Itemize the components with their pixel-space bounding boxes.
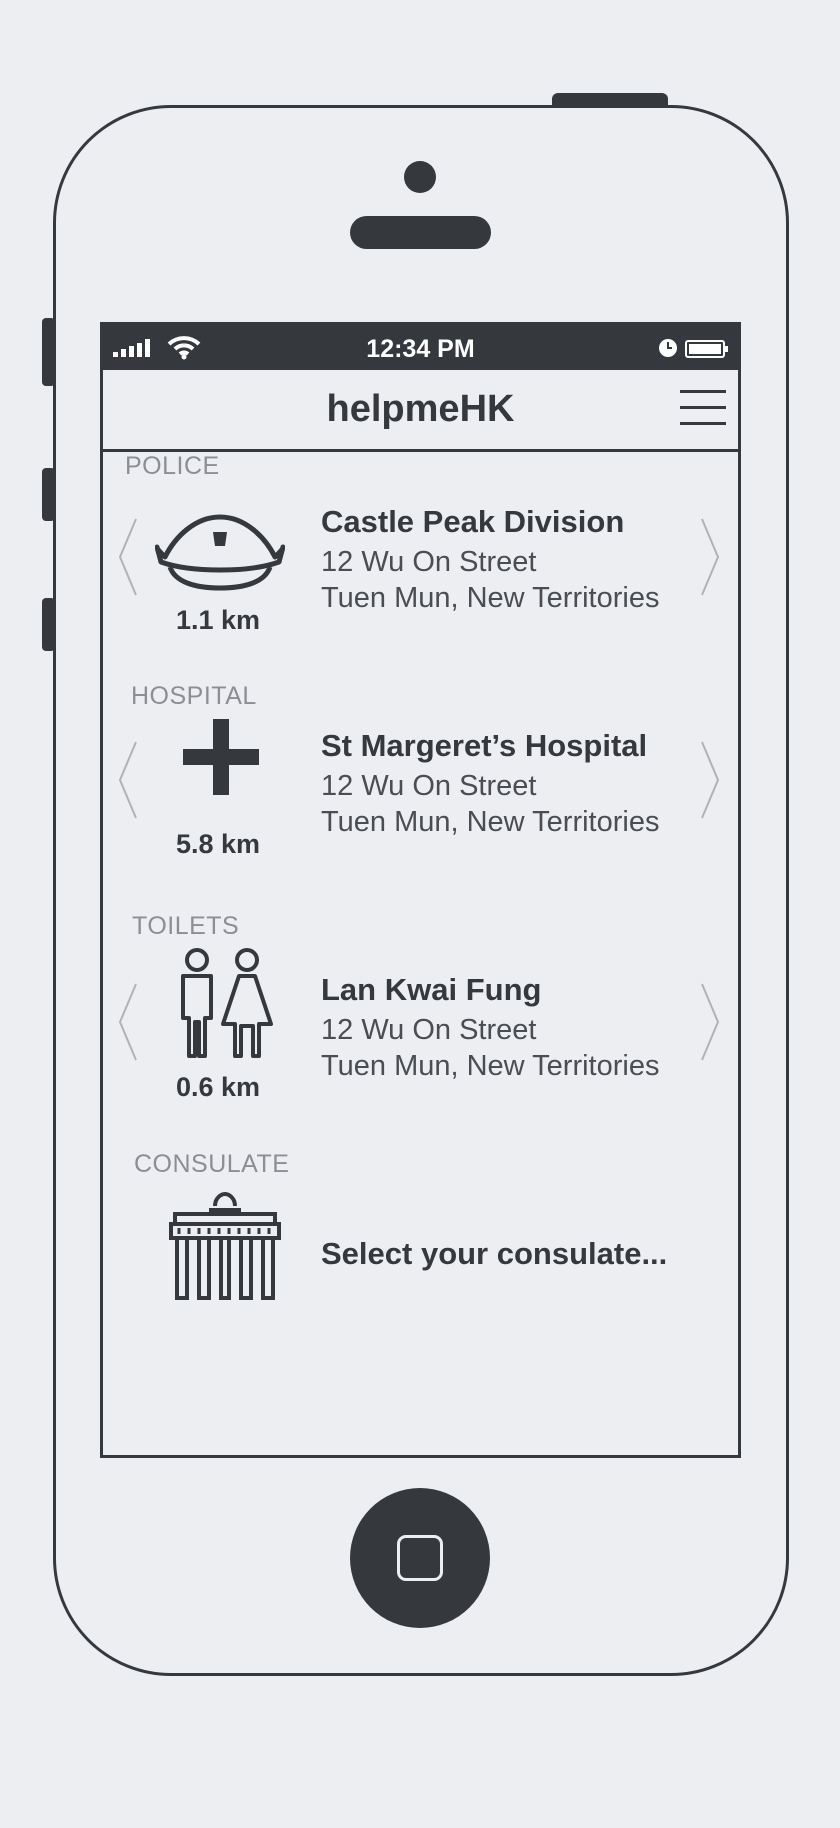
front-camera [404,161,436,193]
toilets-icon [181,948,273,1058]
category-label: HOSPITAL [131,682,257,710]
distance-label: 5.8 km [175,829,261,859]
nav-bar: helpmeHK [103,370,738,452]
app-screen: 12:34 PM helpmeHK POLICE 1.1 km Castle P… [100,322,741,1458]
location-name: St Margeret’s Hospital [321,728,648,763]
location-name: Castle Peak Division [321,504,625,539]
medical-cross-icon [183,719,259,795]
chevron-left-icon[interactable] [118,740,138,820]
distance-label: 0.6 km [175,1072,261,1102]
home-square-icon [397,1535,443,1581]
category-label: POLICE [125,452,220,480]
distance-label: 1.1 km [175,605,261,635]
status-time: 12:34 PM [366,335,475,363]
chevron-right-icon[interactable] [700,740,720,820]
address-line1: 12 Wu On Street [321,546,537,578]
app-title: helpmeHK [326,388,515,430]
hamburger-menu-icon[interactable] [680,390,728,426]
address-line1: 12 Wu On Street [321,770,537,802]
category-label: CONSULATE [134,1150,290,1178]
chevron-right-icon[interactable] [700,517,720,597]
home-button[interactable] [350,1488,490,1628]
chevron-left-icon[interactable] [118,517,138,597]
status-bar: 12:34 PM [103,325,738,370]
select-consulate-prompt[interactable]: Select your consulate... [321,1236,667,1272]
police-cap-icon [155,514,285,591]
section-police[interactable]: POLICE 1.1 km Castle Peak Division 12 Wu… [103,452,738,667]
battery-icon [685,340,728,358]
category-label: TOILETS [132,912,240,940]
section-hospital[interactable]: HOSPITAL 5.8 km St Margeret’s Hospital 1… [103,682,738,897]
address-line2: Tuen Mun, New Territories [321,1050,660,1082]
location-name: Lan Kwai Fung [321,972,542,1007]
address-line2: Tuen Mun, New Territories [321,806,660,838]
chevron-left-icon[interactable] [118,982,138,1062]
earpiece-speaker [350,216,491,249]
chevron-right-icon[interactable] [700,982,720,1062]
section-consulate[interactable]: CONSULATE Select your consulate... [103,1150,738,1320]
address-line1: 12 Wu On Street [321,1014,537,1046]
address-line2: Tuen Mun, New Territories [321,582,660,614]
section-toilets[interactable]: TOILETS 0.6 km Lan Kwai Fung 12 Wu On St… [103,912,738,1127]
alarm-icon [659,339,677,357]
consulate-gate-icon [169,1191,281,1300]
